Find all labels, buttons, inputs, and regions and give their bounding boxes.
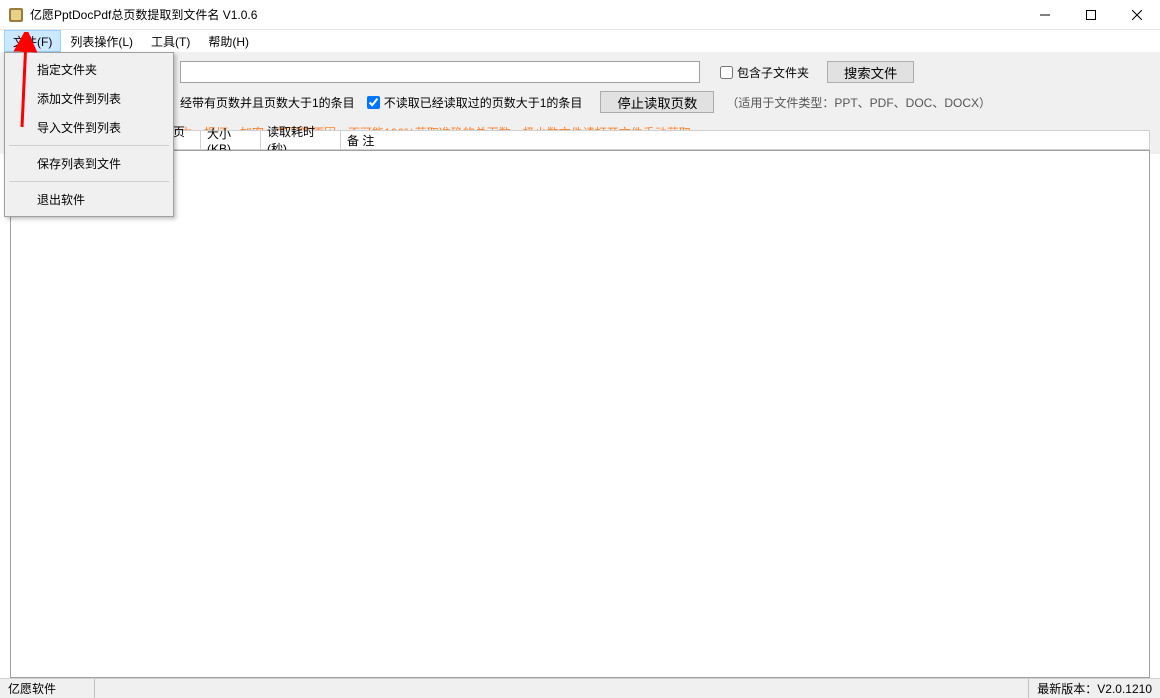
maximize-button[interactable] [1068, 0, 1114, 30]
menu-separator [9, 145, 169, 146]
menu-import-files[interactable]: 导入文件到列表 [7, 113, 171, 142]
toolbar-row-1: 包含子文件夹 搜索文件 [10, 60, 1150, 84]
menu-separator [9, 181, 169, 182]
table-header: 总页数 大小(KB) 读取耗时(秒) 备 注 [10, 130, 1150, 150]
menu-save-list[interactable]: 保存列表到文件 [7, 149, 171, 178]
minimize-button[interactable] [1022, 0, 1068, 30]
menu-help[interactable]: 帮助(H) [199, 30, 258, 52]
dont-reread-label: 不读取已经读取过的页数大于1的条目 [384, 94, 583, 111]
include-subfolder-label: 包含子文件夹 [737, 64, 809, 81]
app-icon [8, 7, 24, 23]
table-body[interactable] [10, 150, 1150, 678]
menu-file[interactable]: 文件(F) [4, 30, 61, 52]
menu-add-files[interactable]: 添加文件到列表 [7, 84, 171, 113]
include-subfolder-checkbox[interactable] [720, 66, 733, 79]
menu-list-ops[interactable]: 列表操作(L) [61, 30, 142, 52]
stop-reading-button[interactable]: 停止读取页数 [600, 91, 714, 113]
status-left: 亿愿软件 [0, 679, 95, 698]
titlebar: 亿愿PptDocPdf总页数提取到文件名 V1.0.6 [0, 0, 1160, 30]
search-files-button[interactable]: 搜索文件 [827, 61, 914, 83]
dont-reread-checkbox[interactable] [367, 96, 380, 109]
filetype-hint: （适用于文件类型：PPT、PDF、DOC、DOCX） [726, 94, 991, 111]
menu-tools[interactable]: 工具(T) [142, 30, 199, 52]
col-size-kb[interactable]: 大小(KB) [201, 131, 261, 150]
col-remark[interactable]: 备 注 [341, 131, 1150, 150]
status-right: 最新版本：V2.0.1210 [1029, 680, 1160, 697]
window-title: 亿愿PptDocPdf总页数提取到文件名 V1.0.6 [30, 6, 257, 23]
folder-path-input[interactable] [180, 61, 700, 83]
toolbar-row-2: 经带有页数并且页数大于1的条目 不读取已经读取过的页数大于1的条目 停止读取页数… [10, 90, 1150, 114]
status-spacer [95, 679, 1029, 698]
menubar: 文件(F) 列表操作(L) 工具(T) 帮助(H) [0, 30, 1160, 52]
close-button[interactable] [1114, 0, 1160, 30]
window-controls [1022, 0, 1160, 29]
row2-text-fragment: 经带有页数并且页数大于1的条目 [180, 94, 355, 111]
menu-choose-folder[interactable]: 指定文件夹 [7, 55, 171, 84]
menu-exit[interactable]: 退出软件 [7, 185, 171, 214]
statusbar: 亿愿软件 最新版本：V2.0.1210 [0, 678, 1160, 698]
col-read-time[interactable]: 读取耗时(秒) [261, 131, 341, 150]
file-menu-dropdown: 指定文件夹 添加文件到列表 导入文件到列表 保存列表到文件 退出软件 [4, 52, 174, 217]
